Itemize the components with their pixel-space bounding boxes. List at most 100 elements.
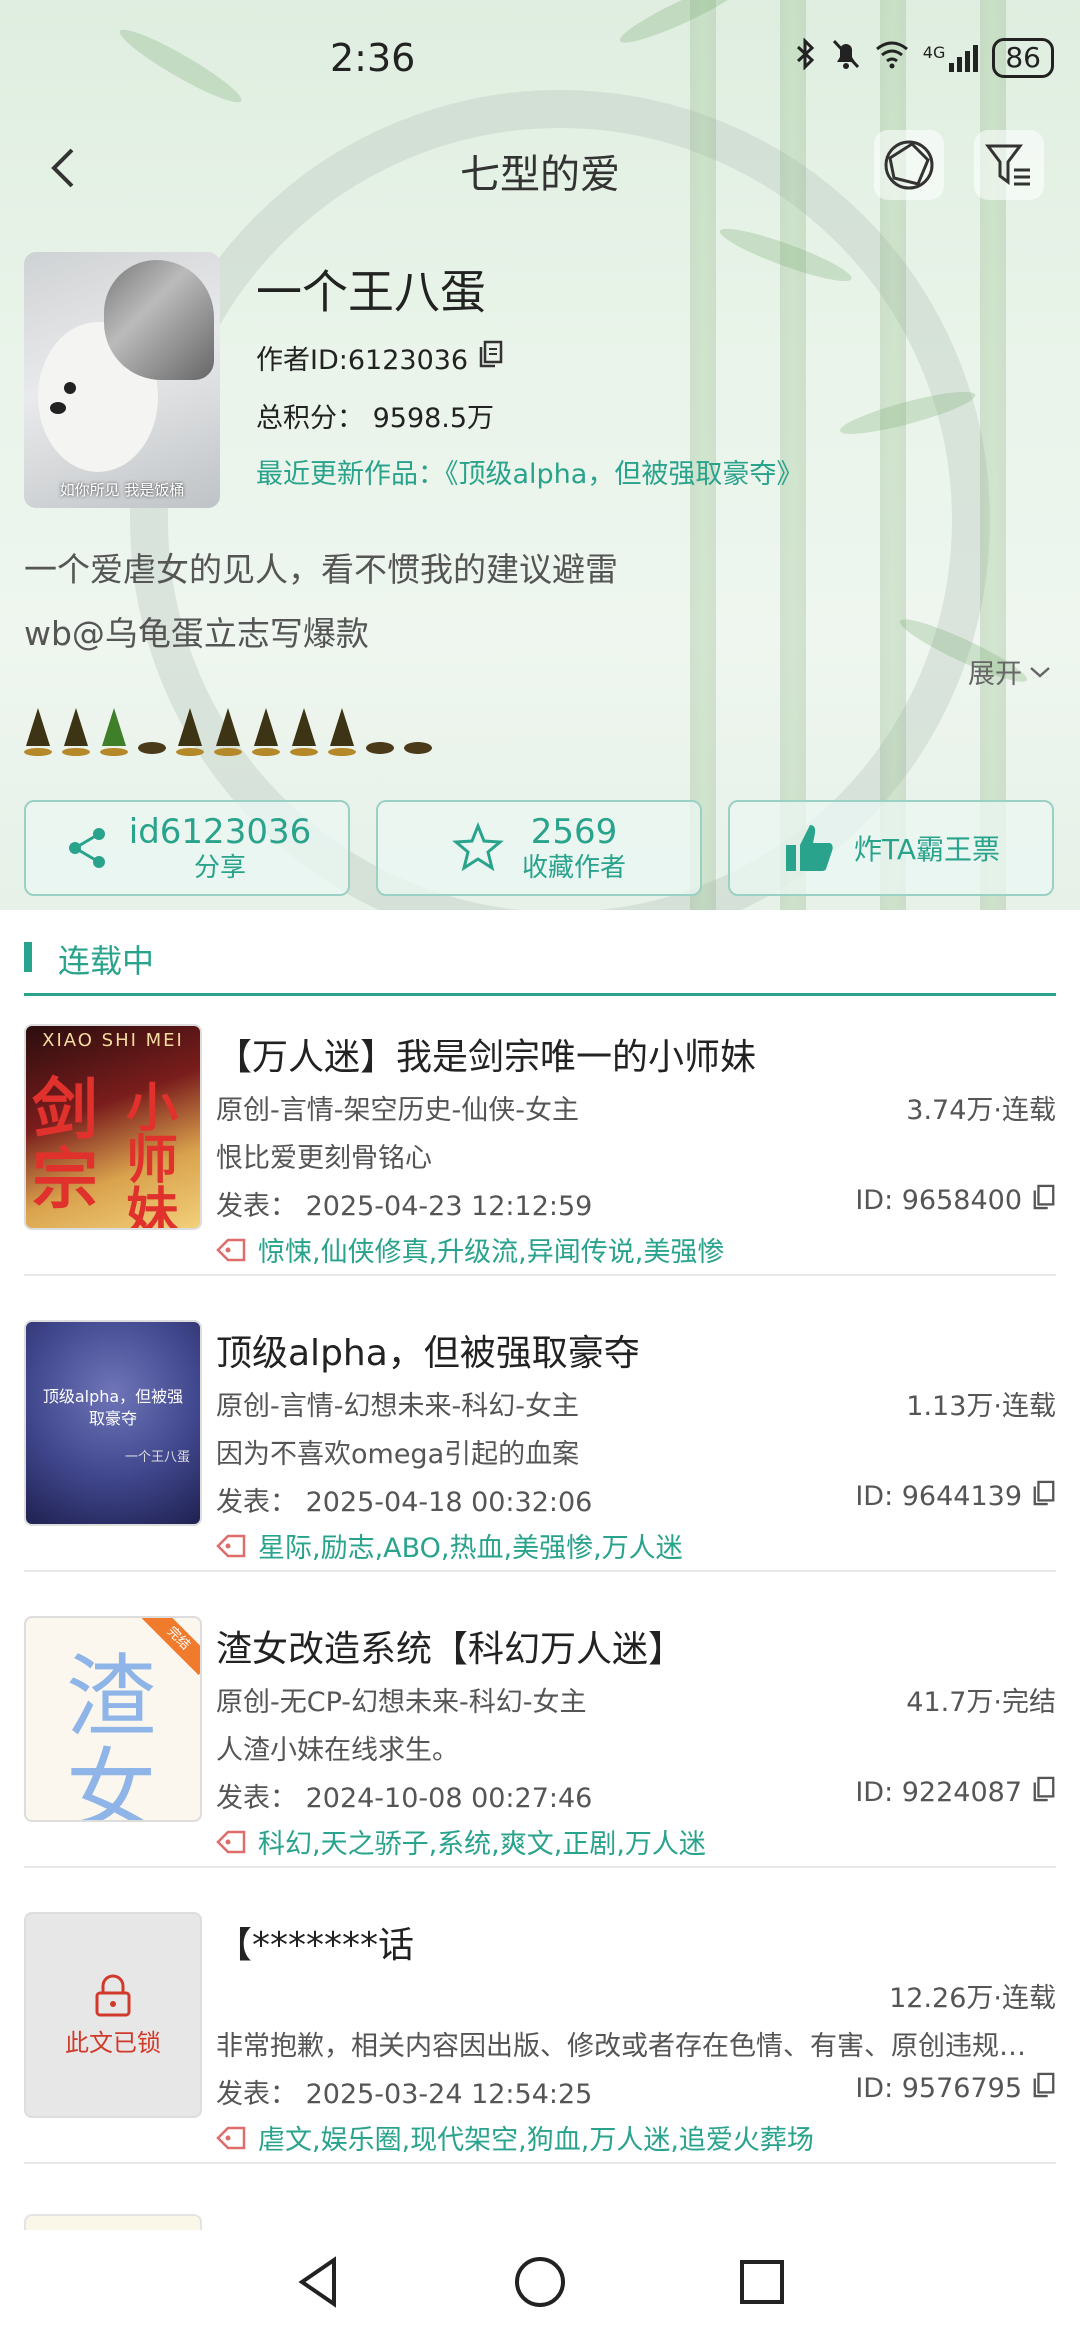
book-title[interactable]: 顶级alpha，但被强取豪夺 (216, 1324, 640, 1376)
status-time: 2:36 (330, 36, 416, 80)
favorite-label: 收藏作者 (521, 853, 626, 883)
book-item[interactable]: 顶级alpha，但被强取豪夺 一个王八蛋 顶级alpha，但被强取豪夺 原创-言… (24, 1306, 1056, 1572)
bio-line: wb@乌龟蛋立志写爆款 (24, 614, 369, 653)
share-label: 分享 (193, 853, 246, 883)
signal-icon: 4G (923, 43, 979, 73)
bomb-ticket-button[interactable]: 炸TA霸王票 (728, 800, 1054, 896)
tree-icon (24, 708, 52, 756)
cover-char: 妹 (126, 1183, 179, 1230)
chevron-down-icon (1030, 666, 1050, 678)
filter-icon (985, 144, 1030, 186)
tree-icon (214, 708, 242, 756)
book-id-row: ID: 9224087 (855, 1776, 1056, 1809)
book-category: 原创-无CP-幻想未来-科幻-女主 (216, 1687, 587, 1718)
tag-icon (216, 1830, 246, 1853)
book-category: 原创-言情-架空历史-仙侠-女主 (216, 1095, 579, 1126)
avatar-eye (64, 382, 76, 394)
square-recents-icon (740, 2260, 784, 2304)
mute-bell-icon (831, 38, 861, 78)
book-date: 发表： 2025-04-18 00:32:06 (216, 1487, 593, 1518)
book-cover: 顶级alpha，但被强取豪夺 一个王八蛋 (24, 1320, 202, 1526)
section-serializing: 连载中 (24, 930, 1056, 996)
sphere-icon (884, 140, 934, 190)
stump-icon (138, 742, 166, 754)
book-title[interactable]: 【万人迷】我是剑宗唯一的小师妹 (216, 1028, 756, 1080)
battery-indicator: 86 (992, 38, 1054, 78)
book-cover: XIAO SHI MEI 剑 宗 小 师 妹 (24, 1024, 202, 1230)
nav-recents-key[interactable] (732, 2252, 792, 2312)
cover-char: 宗 (32, 1141, 98, 1218)
share-icon (68, 828, 105, 868)
book-id-row: ID: 9658400 (855, 1184, 1056, 1217)
book-id: ID: 9576795 (855, 2073, 1022, 2104)
share-id: id6123036 (128, 812, 312, 852)
book-cover-locked: 此文已锁 (24, 1912, 202, 2118)
favorite-count: 2569 (530, 812, 618, 852)
tree-icon (100, 708, 128, 756)
book-item[interactable]: 渣 女 完结 渣女改造系统【科幻万人迷】 原创-无CP-幻想未来-科幻-女主 4… (24, 1602, 1056, 1868)
stump-icon (404, 742, 432, 754)
author-id: 作者ID:6123036 (256, 345, 469, 376)
wifi-icon (875, 39, 909, 77)
book-item[interactable]: 此文已锁 【*******话 12.26万·连载 非常抱歉，相关内容因出版、修改… (24, 1898, 1056, 2164)
book-desc: 非常抱歉，相关内容因出版、修改或者存在色情、有害、原创违规… (216, 2031, 1026, 2062)
nav-home-key[interactable] (510, 2252, 570, 2312)
author-actions: id6123036 分享 2569 收藏作者 炸TA霸王票 (24, 800, 1054, 896)
book-title[interactable]: 【*******话 (216, 1916, 414, 1968)
book-id: ID: 9224087 (855, 1777, 1022, 1808)
book-desc: 因为不喜欢omega引起的血案 (216, 1439, 580, 1470)
stump-icon (366, 742, 394, 754)
book-stat: 41.7万·完结 (906, 1687, 1056, 1718)
book-tags-row: 星际,励志,ABO,热血,美强惨,万人迷 (216, 1526, 683, 1565)
copy-icon[interactable] (1032, 1776, 1056, 1809)
book-cover: 渣 女 完结 (24, 1616, 202, 1822)
decorative-ring (130, 90, 990, 910)
tag-icon (216, 1238, 246, 1261)
bomb-label: 炸TA霸王票 (853, 833, 1001, 866)
author-name: 一个王八蛋 (256, 265, 486, 319)
recent-work-link[interactable]: 最近更新作品：《顶级alpha，但被强取豪夺》 (256, 452, 803, 491)
book-tags-row: 虐文,娱乐圈,现代架空,狗血,万人迷,追爱火葬场 (216, 2118, 814, 2157)
expand-label: 展开 (968, 659, 1022, 690)
status-bar: 2:36 4G 86 (0, 0, 1080, 120)
cover-char: 女 (66, 1739, 156, 1822)
copy-icon[interactable] (478, 340, 504, 375)
expand-button[interactable]: 展开 (968, 652, 1052, 691)
book-category: 原创-言情-幻想未来-科幻-女主 (216, 1391, 579, 1422)
book-stat: 3.74万·连载 (906, 1095, 1056, 1126)
book-item[interactable]: XIAO SHI MEI 剑 宗 小 师 妹 【万人迷】我是剑宗唯一的小师妹 原… (24, 1010, 1056, 1276)
copy-icon[interactable] (1032, 1184, 1056, 1217)
lock-label: 此文已锁 (65, 2028, 161, 2057)
share-button[interactable]: id6123036 分享 (24, 800, 350, 896)
cover-title: 顶级alpha，但被强取豪夺 (42, 1387, 184, 1428)
author-id-row: 作者ID:6123036 (256, 338, 504, 377)
cover-author: 一个王八蛋 (124, 1450, 190, 1465)
tree-icon (252, 708, 280, 756)
bio-line: 一个爱虐女的见人，看不惯我的建议避雷 (24, 550, 618, 589)
author-score: 总积分： 9598.5万 (256, 403, 495, 434)
book-date: 发表： 2025-03-24 12:54:25 (216, 2079, 593, 2110)
tree-icon (290, 708, 318, 756)
filter-button[interactable] (974, 130, 1044, 200)
copy-icon[interactable] (1032, 2072, 1056, 2105)
avatar-nose (50, 402, 66, 414)
copy-icon[interactable] (1032, 1480, 1056, 1513)
book-desc: 人渣小妹在线求生。 (216, 1735, 459, 1766)
author-avatar[interactable]: 如你所见 我是饭桶 (24, 252, 220, 508)
book-id-row: ID: 9644139 (855, 1480, 1056, 1513)
book-tags: 科幻,天之骄子,系统,爽文,正剧,万人迷 (258, 1829, 706, 1860)
nav-back-key[interactable] (290, 2252, 350, 2312)
tag-icon (216, 2126, 246, 2149)
book-id-row: ID: 9576795 (855, 2072, 1056, 2105)
book-stat: 1.13万·连载 (906, 1391, 1056, 1422)
sphere-button[interactable] (874, 130, 944, 200)
book-tags: 惊悚,仙侠修真,升级流,异闻传说,美强惨 (258, 1237, 725, 1268)
section-label: 连载中 (58, 942, 155, 980)
tree-badges (24, 708, 432, 756)
favorite-author-button[interactable]: 2569 收藏作者 (376, 800, 702, 896)
book-date: 发表： 2024-10-08 00:27:46 (216, 1783, 593, 1814)
section-bar (24, 942, 32, 972)
star-icon (452, 822, 504, 872)
book-title[interactable]: 渣女改造系统【科幻万人迷】 (216, 1620, 684, 1672)
book-tags: 星际,励志,ABO,热血,美强惨,万人迷 (258, 1533, 683, 1564)
